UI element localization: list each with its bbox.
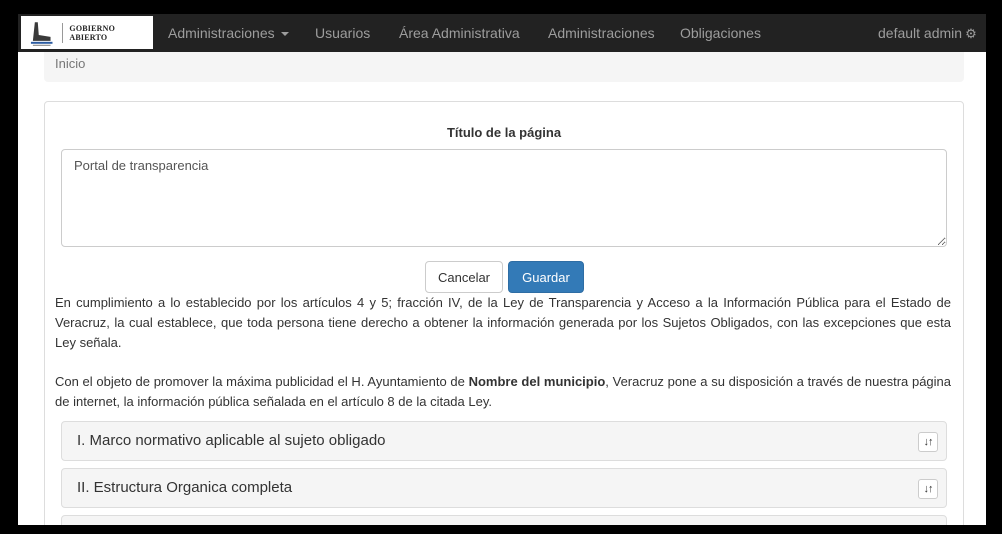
gear-icon: ⚙ — [965, 26, 977, 41]
brand-text: GOBIERNO ABIERTO — [69, 23, 116, 42]
page-title-field[interactable]: Portal de transparencia — [61, 149, 947, 247]
sort-icon[interactable]: ↓↑ — [918, 479, 938, 499]
save-button[interactable]: Guardar — [508, 261, 584, 293]
breadcrumb: Inicio — [44, 52, 964, 82]
page-title-label: Título de la página — [446, 125, 562, 140]
cancel-button[interactable]: Cancelar — [425, 261, 503, 293]
municipality-name: Nombre del municipio — [468, 374, 606, 389]
obligation-title: I. Marco normativo aplicable al sujeto o… — [77, 432, 386, 449]
brand-separator — [62, 22, 64, 43]
obligation-item[interactable]: ↓↑ — [61, 515, 947, 525]
user-menu[interactable]: default admin ⚙ — [878, 14, 977, 52]
veracruz-emblem-icon — [30, 21, 53, 46]
top-navbar: GOBIERNO ABIERTO Administraciones Usuari… — [18, 14, 986, 52]
nav-area-administrativa[interactable]: Área Administrativa — [399, 14, 520, 52]
sort-icon[interactable]: ↓↑ — [918, 432, 938, 452]
breadcrumb-home[interactable]: Inicio — [55, 56, 85, 71]
intro-paragraph: En cumplimiento a lo establecido por los… — [55, 295, 951, 350]
obligation-title: II. Estructura Organica completa — [77, 479, 293, 496]
nav-label: Administraciones — [548, 25, 655, 41]
nav-label: Área Administrativa — [399, 25, 520, 41]
paragraph-text: Con el objeto de promover la máxima publ… — [55, 374, 469, 389]
main-panel: Título de la página Portal de transparen… — [44, 101, 964, 525]
brand-logo[interactable]: GOBIERNO ABIERTO — [21, 16, 153, 49]
nav-obligaciones[interactable]: Obligaciones — [680, 14, 761, 52]
nav-label: Obligaciones — [680, 25, 761, 41]
publicity-paragraph: Con el objeto de promover la máxima publ… — [55, 372, 951, 412]
caret-down-icon — [280, 32, 289, 37]
nav-administraciones[interactable]: Administraciones — [548, 14, 655, 52]
nav-label: Administraciones — [168, 25, 275, 41]
nav-label: Usuarios — [315, 25, 371, 41]
nav-usuarios[interactable]: Usuarios — [315, 14, 370, 52]
obligation-item[interactable]: I. Marco normativo aplicable al sujeto o… — [61, 421, 947, 461]
nav-administraciones-dropdown[interactable]: Administraciones — [168, 14, 289, 52]
app-window: GOBIERNO ABIERTO Administraciones Usuari… — [18, 14, 986, 525]
user-label: default admin — [878, 25, 963, 41]
obligation-item[interactable]: II. Estructura Organica completa ↓↑ — [61, 468, 947, 508]
